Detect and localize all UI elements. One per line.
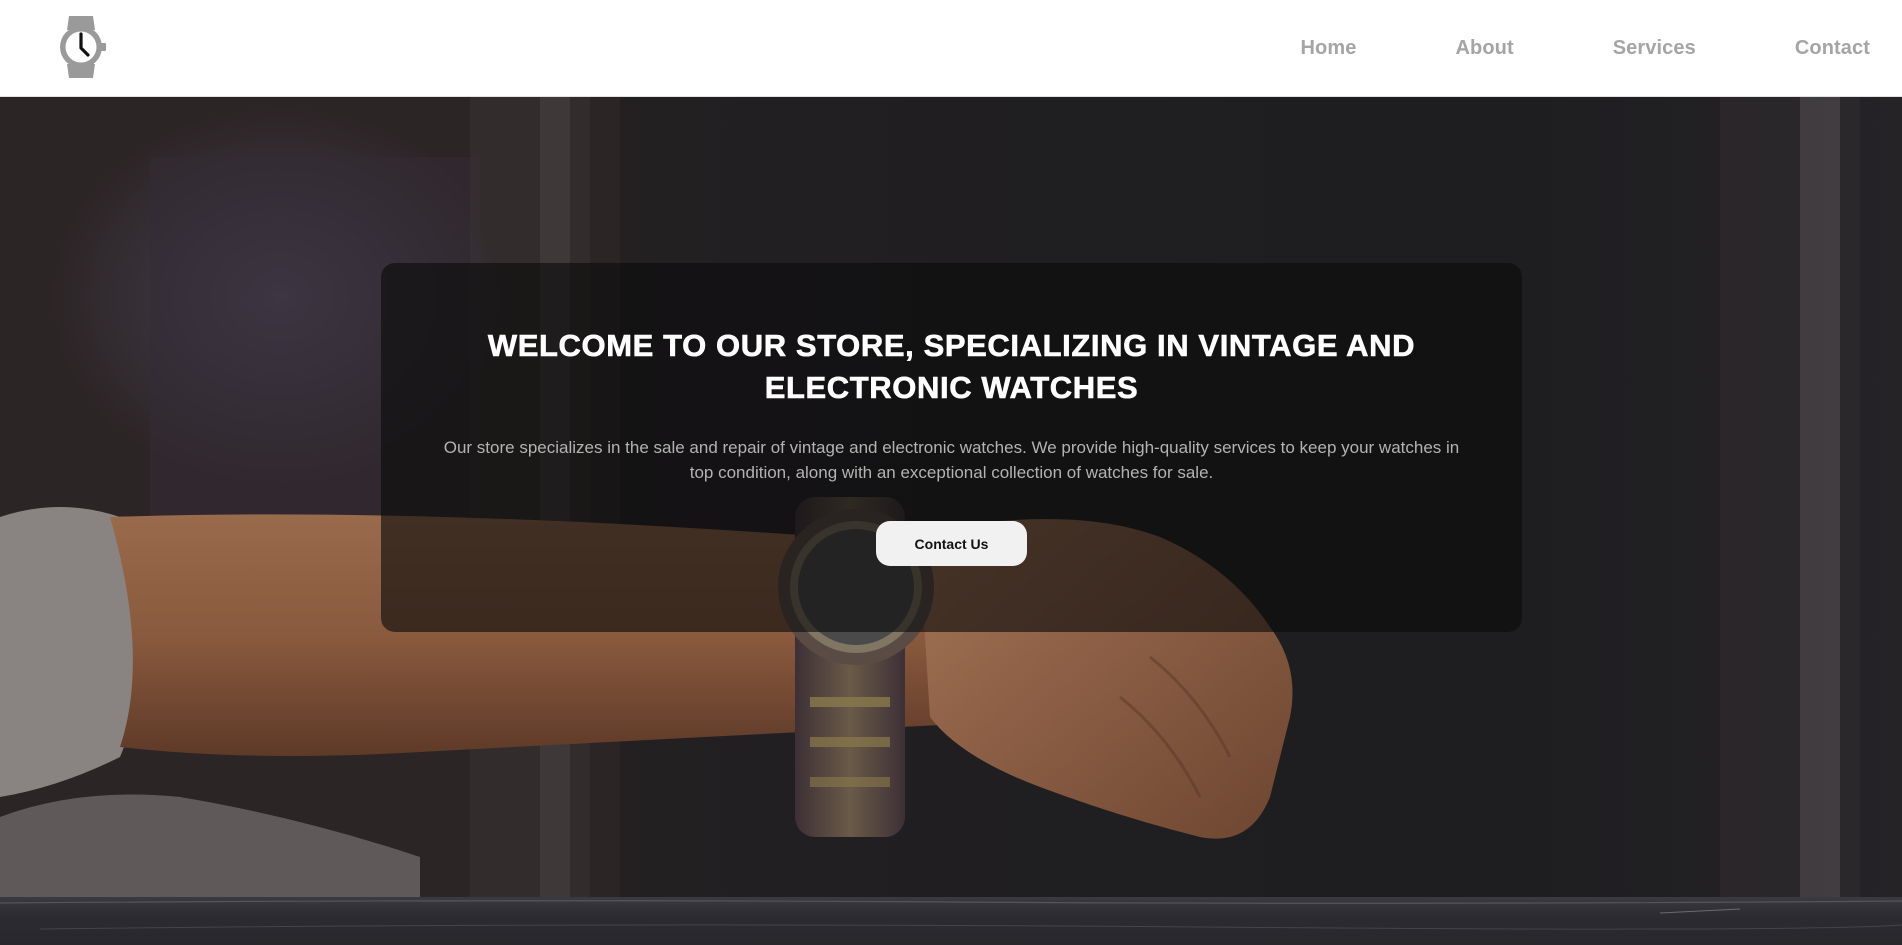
site-header: Home About Services Contact: [0, 0, 1902, 97]
hero-description: Our store specializes in the sale and re…: [443, 438, 1460, 482]
nav-link-about[interactable]: About: [1455, 37, 1513, 60]
watch-icon[interactable]: [55, 16, 107, 78]
nav-link-home[interactable]: Home: [1301, 37, 1357, 60]
hero-section: WELCOME TO OUR STORE, SPECIALIZING IN VI…: [0, 97, 1902, 897]
texture-decoration: [0, 900, 1902, 930]
main-nav: Home About Services Contact: [1301, 0, 1871, 97]
hero-card: WELCOME TO OUR STORE, SPECIALIZING IN VI…: [381, 263, 1522, 632]
nav-link-contact[interactable]: Contact: [1795, 37, 1870, 60]
hero-title: WELCOME TO OUR STORE, SPECIALIZING IN VI…: [487, 328, 1416, 406]
nav-link-services[interactable]: Services: [1613, 37, 1696, 60]
next-section-preview: [0, 897, 1902, 945]
contact-us-button[interactable]: Contact Us: [876, 521, 1027, 566]
